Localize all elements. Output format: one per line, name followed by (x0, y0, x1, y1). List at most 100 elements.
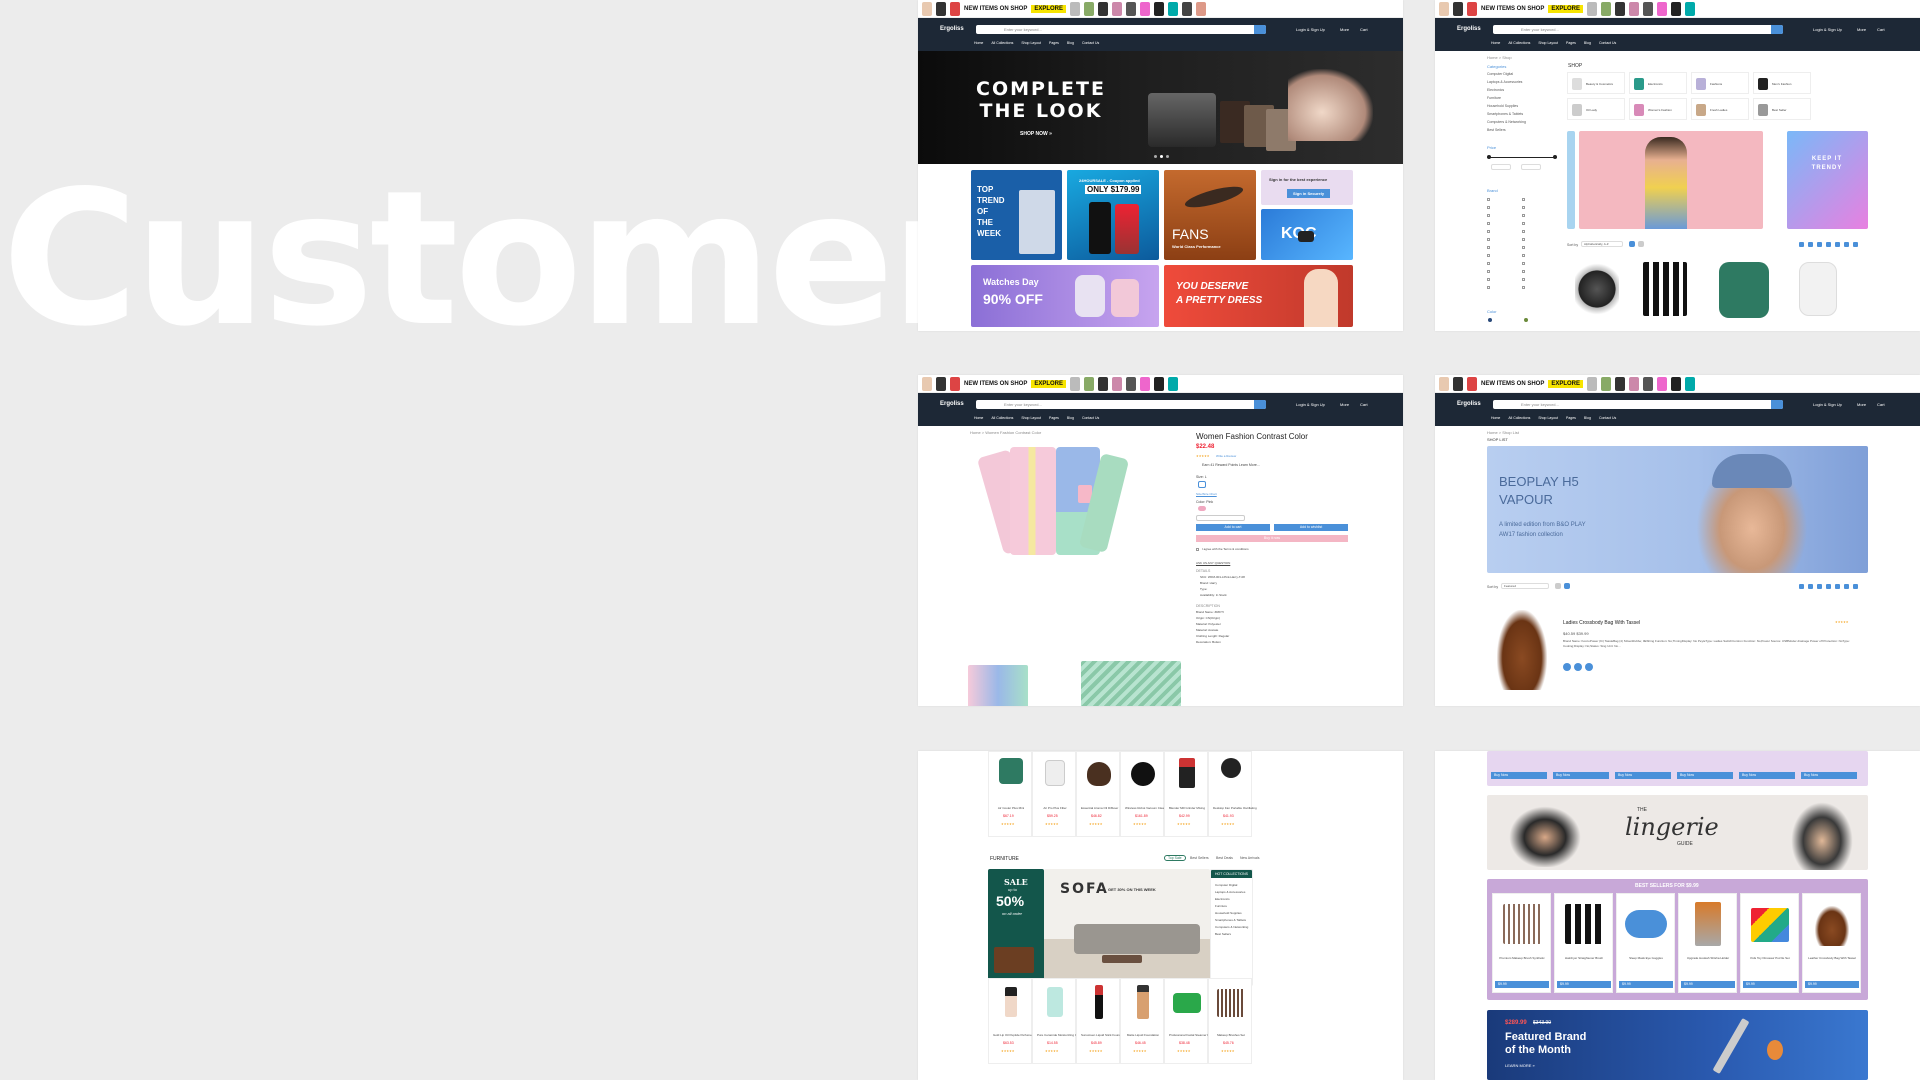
more-menu[interactable]: More (1857, 402, 1866, 407)
cart-link[interactable]: Cart (1877, 27, 1885, 32)
search-icon[interactable] (1254, 25, 1266, 34)
tile-video[interactable]: KOC (1261, 209, 1353, 260)
play-icon[interactable] (1298, 231, 1314, 242)
login-link[interactable]: Login & Sign Up (1813, 402, 1842, 407)
page-button[interactable] (1808, 584, 1813, 589)
page-button[interactable] (1799, 242, 1804, 247)
cat-icon-card[interactable]: Fresh Ladies (1691, 98, 1749, 120)
brand-checkbox[interactable] (1522, 230, 1525, 233)
category-item[interactable]: Computers & Networking (1487, 120, 1526, 124)
nav-collections[interactable]: All Collections (1508, 41, 1530, 45)
tile-watches[interactable]: Watches Day 90% OFF (971, 265, 1159, 327)
shop-page-preview[interactable]: NEW ITEMS ON SHOP EXPLORE Ergoliss Enter… (1435, 0, 1920, 331)
explore-button[interactable]: EXPLORE (1031, 379, 1067, 388)
search-input[interactable]: Enter your keyword... (976, 25, 1266, 34)
site-logo[interactable]: Ergoliss (1457, 401, 1481, 407)
hot-item[interactable]: Household Supplies (1215, 911, 1242, 915)
brand-checkbox[interactable] (1522, 246, 1525, 249)
page-button[interactable] (1844, 242, 1849, 247)
cat-icon-card[interactable]: Oil Lady (1567, 98, 1625, 120)
tile-dress[interactable]: YOU DESERVE A PRETTY DRESS (1164, 265, 1353, 327)
nav-contact[interactable]: Contact Us (1082, 41, 1099, 45)
tile-fans[interactable]: FANS World Class Performance (1164, 170, 1256, 260)
add-to-wishlist-button[interactable]: Add to wishlist (1274, 524, 1348, 531)
tab-best-deals[interactable]: Best Deals (1216, 856, 1233, 860)
sort-select[interactable]: Alphabetically, A-Z (1581, 241, 1623, 247)
brand-checkbox[interactable] (1487, 254, 1490, 257)
product-page-preview[interactable]: NEW ITEMS ON SHOP EXPLORE Ergoliss Enter… (918, 375, 1403, 706)
shirt-image[interactable] (1010, 447, 1056, 555)
page-button[interactable] (1808, 242, 1813, 247)
cat-icon-card[interactable]: Women's Fashion (1629, 98, 1687, 120)
tile-top-trend[interactable]: TOP TREND OF THE WEEK (971, 170, 1062, 260)
category-item[interactable]: Household Supplies (1487, 104, 1518, 108)
login-link[interactable]: Login & Sign Up (1296, 27, 1325, 32)
price-button[interactable]: $9.99 (1495, 981, 1549, 988)
product-card[interactable]: Sleep Mask Eye Goggles $9.99 (1616, 893, 1675, 993)
brand-checkbox[interactable] (1522, 286, 1525, 289)
cat-icon-card[interactable]: Fashions (1691, 72, 1749, 94)
nav-home[interactable]: Home (1491, 41, 1500, 45)
nav-blog[interactable]: Blog (1584, 416, 1591, 420)
terms-checkbox[interactable] (1196, 548, 1199, 551)
nav-collections[interactable]: All Collections (1508, 416, 1530, 420)
brand-checkbox[interactable] (1522, 198, 1525, 201)
price-button[interactable]: $9.99 (1619, 981, 1673, 988)
product-card[interactable]: Leather Crossbody Bag With Tassel $9.99 (1802, 893, 1861, 993)
list-view-icon[interactable] (1564, 583, 1570, 589)
nav-blog[interactable]: Blog (1067, 416, 1074, 420)
tab-new-arrivals[interactable]: New Arrivals (1240, 856, 1259, 860)
brand-checkbox[interactable] (1487, 214, 1490, 217)
site-logo[interactable]: Ergoliss (1457, 26, 1481, 32)
price-min-input[interactable] (1491, 164, 1511, 170)
keep-trendy-banner[interactable]: KEEP IT TRENDY (1787, 131, 1868, 229)
buy-now-button[interactable]: Buy Now (1615, 772, 1671, 779)
page-button[interactable] (1817, 584, 1822, 589)
brand-checkbox[interactable] (1522, 278, 1525, 281)
search-input[interactable]: Enter your keyword... (1493, 25, 1783, 34)
item-name[interactable]: Ladies Crossbody Bag With Tassel (1563, 620, 1640, 626)
cat-icon-card[interactable]: Beauty & Cosmetics (1567, 72, 1625, 94)
nav-blog[interactable]: Blog (1584, 41, 1591, 45)
cart-icon[interactable] (1563, 663, 1571, 671)
page-button[interactable] (1835, 584, 1840, 589)
product-card[interactable]: Essential Aroma Oil Diffuser $46.82 ★★★★★ (1076, 751, 1120, 837)
grid-view-icon[interactable] (1629, 241, 1635, 247)
deals-section-preview[interactable]: Buy Now Buy Now Buy Now Buy Now Buy Now … (1435, 751, 1920, 1080)
brand-checkbox[interactable] (1487, 246, 1490, 249)
nav-blog[interactable]: Blog (1067, 41, 1074, 45)
hero-banner[interactable]: COMPLETE THE LOOK SHOP NOW » (918, 51, 1403, 164)
search-icon[interactable] (1771, 400, 1783, 409)
more-menu[interactable]: More (1857, 27, 1866, 32)
cat-icon-card[interactable]: Electronics (1629, 72, 1687, 94)
brand-checkbox[interactable] (1487, 270, 1490, 273)
buy-now-button[interactable]: Buy Now (1553, 772, 1609, 779)
buy-now-button[interactable]: Buy Now (1677, 772, 1733, 779)
price-button[interactable]: $9.99 (1805, 981, 1859, 988)
tile-phone-sale[interactable]: 24HOURSALE - Coupon applied ONLY $179.99 (1067, 170, 1159, 260)
page-button[interactable] (1826, 584, 1831, 589)
page-button[interactable] (1835, 242, 1840, 247)
hot-item[interactable]: Best Sellers (1215, 932, 1231, 936)
brand-checkbox[interactable] (1522, 206, 1525, 209)
flashlight-image[interactable] (1643, 262, 1687, 316)
nav-pages[interactable]: Pages (1566, 416, 1576, 420)
sale-banner[interactable]: SALE up to 50% on all order (988, 869, 1044, 986)
cat-icon-card[interactable]: Men's Fashion (1753, 72, 1811, 94)
humidifier-image[interactable] (1799, 262, 1837, 316)
nav-home[interactable]: Home (974, 416, 983, 420)
brand-checkbox[interactable] (1487, 206, 1490, 209)
ask-question-link[interactable]: ASK US ANY QUESTION (1196, 561, 1230, 565)
brand-checkbox[interactable] (1487, 278, 1490, 281)
price-button[interactable]: $9.99 (1557, 981, 1611, 988)
price-max-input[interactable] (1521, 164, 1541, 170)
thumb-image[interactable] (968, 665, 1028, 706)
product-card[interactable]: Upgrade Hookah Shisha Holder $9.99 (1678, 893, 1737, 993)
nav-shop-layout[interactable]: Shop Layout (1538, 41, 1558, 45)
product-card[interactable]: Sunscreen Liquid Stick Foundation $45.89 ★… (1076, 978, 1127, 1064)
more-menu[interactable]: More (1340, 27, 1349, 32)
brand-checkbox[interactable] (1487, 222, 1490, 225)
tab-best-sellers[interactable]: Best Sellers (1190, 856, 1209, 860)
product-card[interactable]: Air Pro Plus Filter $59.25 ★★★★★ (1032, 751, 1076, 837)
login-link[interactable]: Login & Sign Up (1296, 402, 1325, 407)
